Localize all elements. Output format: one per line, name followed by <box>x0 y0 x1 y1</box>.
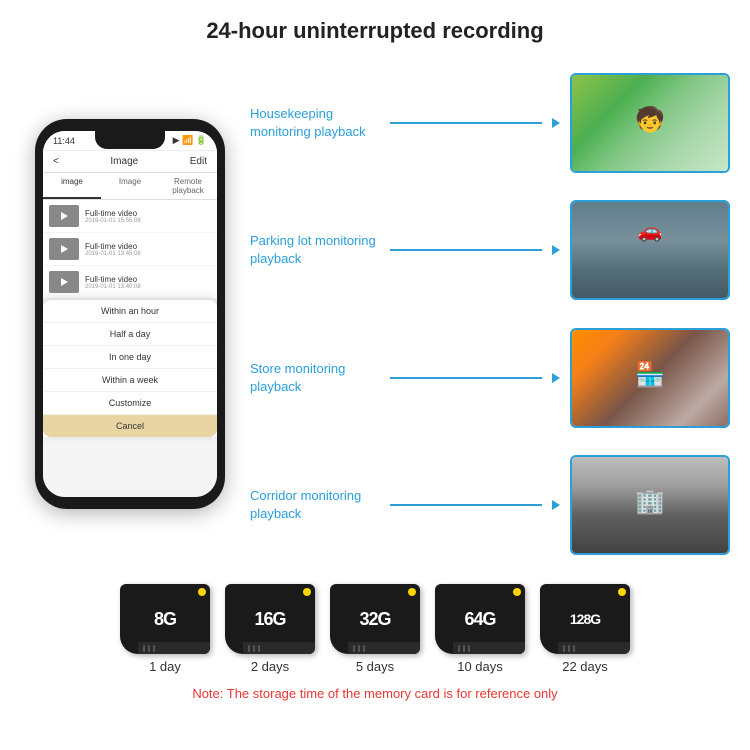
monitoring-image-housekeeping <box>570 73 730 173</box>
phone-tabs: image Image Remote playback <box>43 173 217 200</box>
monitoring-row-corridor: Corridor monitoring playback <box>250 455 730 555</box>
dropdown-cancel-button[interactable]: Cancel <box>43 415 217 437</box>
sd-notch <box>243 642 315 654</box>
sd-card-64g: 64G <box>435 584 525 654</box>
sd-card-item-16g: 16G 2 days <box>225 584 315 674</box>
connector-line <box>390 377 542 379</box>
sd-card-days-64g: 10 days <box>457 659 503 674</box>
sd-notch <box>558 642 630 654</box>
sd-cards-row: 8G 1 day 16G 2 days <box>120 584 630 674</box>
phone-mockup: 11:44 ▶ 📶 🔋 < Image Edit image Image Rem… <box>35 119 225 509</box>
phone-nav-title: Image <box>110 156 138 167</box>
phone-back-button[interactable]: < <box>53 156 59 167</box>
sd-card-days-8g: 1 day <box>149 659 181 674</box>
sd-card-label-32g: 32G <box>359 609 390 630</box>
sd-card-days-16g: 2 days <box>251 659 289 674</box>
monitoring-image-corridor <box>570 455 730 555</box>
list-item-title: Full-time video <box>85 242 141 251</box>
image-parking <box>572 202 728 298</box>
monitoring-label-store: Store monitoring playback <box>250 361 345 394</box>
dropdown-item-week[interactable]: Within a week <box>43 369 217 392</box>
list-item-title: Full-time video <box>85 275 141 284</box>
sd-cards-section: 8G 1 day 16G 2 days <box>0 574 750 706</box>
sd-card-32g: 32G <box>330 584 420 654</box>
sd-card-128g: 128G <box>540 584 630 654</box>
list-item-date: 2019-01-01 13:40:08 <box>85 284 141 290</box>
sd-card-item-64g: 64G 10 days <box>435 584 525 674</box>
dropdown-item-customize[interactable]: Customize <box>43 392 217 415</box>
phone-screen: 11:44 ▶ 📶 🔋 < Image Edit image Image Rem… <box>43 131 217 497</box>
video-thumb <box>49 271 79 293</box>
phone-tab-image[interactable]: image <box>43 173 101 199</box>
sd-card-16g: 16G <box>225 584 315 654</box>
phone-tab-image2[interactable]: Image <box>101 173 159 199</box>
sd-notch <box>453 642 525 654</box>
phone-list: Full-time video 2019-01-01 15:55:08 Full… <box>43 200 217 497</box>
image-store <box>572 330 728 426</box>
phone-icons: ▶ 📶 🔋 <box>173 135 207 146</box>
sd-note: Note: The storage time of the memory car… <box>192 686 557 701</box>
connector-arrow <box>552 373 560 383</box>
monitoring-row-housekeeping: Housekeeping monitoring playback <box>250 73 730 173</box>
dropdown-item-halfday[interactable]: Half a day <box>43 323 217 346</box>
phone-nav-bar: < Image Edit <box>43 151 217 173</box>
sd-card-label-64g: 64G <box>464 609 495 630</box>
sd-card-label-16g: 16G <box>254 609 285 630</box>
phone-edit-button[interactable]: Edit <box>190 156 207 167</box>
sd-card-8g: 8G <box>120 584 210 654</box>
sd-notch <box>348 642 420 654</box>
monitoring-row-store: Store monitoring playback <box>250 328 730 428</box>
connector-arrow <box>552 245 560 255</box>
monitoring-label-corridor: Corridor monitoring playback <box>250 488 361 521</box>
list-item-title: Full-time video <box>85 209 141 218</box>
monitoring-label-housekeeping: Housekeeping monitoring playback <box>250 106 366 139</box>
sd-card-label-8g: 8G <box>154 609 176 630</box>
sd-card-days-32g: 5 days <box>356 659 394 674</box>
phone-notch <box>95 131 165 149</box>
connector-line <box>390 122 542 124</box>
monitoring-image-store <box>570 328 730 428</box>
image-child <box>572 75 728 171</box>
connector-arrow <box>552 500 560 510</box>
list-item-date: 2019-01-01 15:55:08 <box>85 218 141 224</box>
video-thumb <box>49 238 79 260</box>
connector-line <box>390 249 542 251</box>
sd-card-item-32g: 32G 5 days <box>330 584 420 674</box>
monitoring-row-parking: Parking lot monitoring playback <box>250 200 730 300</box>
monitoring-section: Housekeeping monitoring playback Parking… <box>250 54 730 574</box>
sd-card-item-8g: 8G 1 day <box>120 584 210 674</box>
phone-tab-remote[interactable]: Remote playback <box>159 173 217 199</box>
sd-notch <box>138 642 210 654</box>
connector-line <box>390 504 542 506</box>
phone-mockup-container: 11:44 ▶ 📶 🔋 < Image Edit image Image Rem… <box>20 54 240 574</box>
sd-card-days-128g: 22 days <box>562 659 608 674</box>
sd-card-label-128g: 128G <box>570 611 600 627</box>
sd-card-item-128g: 128G 22 days <box>540 584 630 674</box>
phone-time: 11:44 <box>53 136 75 146</box>
page-title: 24-hour uninterrupted recording <box>0 0 750 54</box>
phone-dropdown: Within an hour Half a day In one day Wit… <box>43 300 217 437</box>
list-item-date: 2019-01-01 13:45:08 <box>85 251 141 257</box>
list-item[interactable]: Full-time video 2019-01-01 13:45:08 <box>43 233 217 265</box>
dropdown-item-hour[interactable]: Within an hour <box>43 300 217 323</box>
dropdown-item-oneday[interactable]: In one day <box>43 346 217 369</box>
monitoring-label-parking: Parking lot monitoring playback <box>250 233 376 266</box>
list-item[interactable]: Full-time video 2019-01-01 13:40:08 <box>43 266 217 298</box>
image-corridor <box>572 457 728 553</box>
connector-arrow <box>552 118 560 128</box>
list-item[interactable]: Full-time video 2019-01-01 15:55:08 <box>43 200 217 232</box>
monitoring-image-parking <box>570 200 730 300</box>
video-thumb <box>49 205 79 227</box>
